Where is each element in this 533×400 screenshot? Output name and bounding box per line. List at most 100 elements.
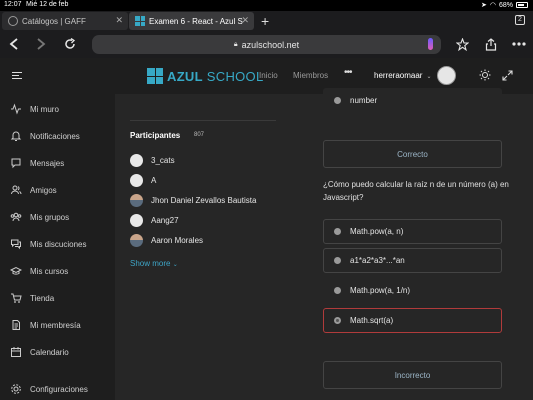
sidebar-item-tienda[interactable]: Tienda [10, 290, 54, 306]
participant-item[interactable]: Aaron Morales [130, 233, 203, 247]
radio-button[interactable] [334, 97, 341, 104]
avatar [130, 213, 143, 227]
battery-percent: 68% [498, 1, 513, 9]
quiz-option[interactable]: Math.pow(a, n) [323, 219, 502, 244]
discussion-icon [10, 238, 22, 250]
reload-icon[interactable] [61, 35, 79, 53]
divider [130, 120, 276, 121]
sidebar-item-label: Notificaciones [30, 131, 80, 141]
star-icon[interactable] [453, 35, 471, 53]
sidebar-item-mi-membresía[interactable]: Mi membresía [10, 317, 81, 333]
quiz-option-previous[interactable]: number [323, 88, 502, 113]
sidebar-item-label: Mensajes [30, 158, 65, 168]
show-more-label: Show more [130, 259, 171, 268]
radio-button[interactable] [334, 257, 341, 264]
correct-button[interactable]: Correcto [323, 140, 502, 168]
participant-item[interactable]: Aang27 [130, 213, 179, 227]
globe-icon [8, 16, 18, 26]
url-text: azulschool.net [241, 39, 300, 50]
more-options-icon[interactable] [510, 35, 528, 53]
sidebar-item-label: Amigos [30, 185, 57, 195]
sidebar-item-label: Configuraciones [30, 384, 88, 394]
user-menu[interactable]: herreraomaar ⌄ [374, 71, 432, 80]
option-label: Math.sqrt(a) [350, 316, 394, 325]
sidebar-item-mensajes[interactable]: Mensajes [10, 155, 64, 171]
sidebar-item-label: Mis discuciones [30, 239, 87, 249]
more-menu-icon[interactable]: ••• [344, 67, 352, 78]
microphone-icon[interactable] [428, 38, 433, 50]
calendar-icon [10, 346, 22, 358]
avatar [130, 193, 143, 207]
radio-button[interactable] [334, 228, 341, 235]
theme-toggle-icon[interactable] [479, 69, 491, 81]
share-icon[interactable] [482, 35, 500, 53]
sidebar-item-label: Tienda [30, 293, 55, 303]
tab-count-icon[interactable]: 2 [515, 15, 525, 25]
logo-word-school: SCHOOL [206, 68, 264, 84]
address-bar[interactable]: 🔒︎ azulschool.net [92, 35, 441, 54]
sidebar-item-amigos[interactable]: Amigos [10, 182, 57, 198]
option-label: Math.pow(a, n) [350, 227, 404, 236]
tab-examen[interactable]: Examen 6 - React - Azul S ✕ [129, 12, 254, 30]
sidebar-item-mis-grupos[interactable]: Mis grupos [10, 209, 69, 225]
participant-name: Jhon Daniel Zevallos Bautista [151, 195, 257, 205]
expand-icon[interactable] [501, 69, 513, 81]
avatar[interactable] [437, 66, 456, 85]
participant-name: Aaron Morales [151, 235, 204, 245]
username-label: herreraomaar [374, 71, 423, 80]
message-icon [10, 157, 22, 169]
document-icon [10, 319, 22, 331]
quiz-option[interactable]: a1*a2*a3*...*an [323, 248, 502, 273]
participant-name: 3_cats [151, 155, 175, 165]
tab-catalogos[interactable]: Catálogos | GAFF ✕ [2, 12, 128, 30]
forward-icon[interactable] [32, 35, 50, 53]
status-time: 12:07 [4, 1, 22, 8]
radio-button-selected[interactable] [334, 317, 341, 324]
sidebar-item-label: Mi muro [30, 104, 59, 114]
quiz-option-selected[interactable]: Math.sqrt(a) [323, 308, 502, 333]
gear-icon [10, 383, 22, 395]
status-date: Mié 12 de feb [26, 1, 69, 8]
sidebar-item-mi-muro[interactable]: Mi muro [10, 101, 59, 117]
participant-item[interactable]: A [130, 173, 156, 187]
hamburger-menu-icon[interactable] [12, 72, 22, 81]
back-icon[interactable] [5, 35, 23, 53]
sidebar-item-calendario[interactable]: Calendario [10, 344, 69, 360]
close-icon[interactable]: ✕ [115, 15, 123, 26]
azul-school-logo[interactable]: AZUL SCHOOL [147, 68, 263, 84]
sidebar-item-mis-cursos[interactable]: Mis cursos [10, 263, 68, 279]
quiz-option[interactable]: Math.pow(a, 1/n) [323, 278, 502, 303]
close-icon[interactable]: ✕ [241, 15, 249, 26]
avatar [130, 233, 143, 247]
sidebar-item-label: Mis grupos [30, 212, 70, 222]
radio-button[interactable] [334, 287, 341, 294]
nav-link-miembros[interactable]: Miembros [293, 71, 328, 80]
incorrect-button[interactable]: Incorrecto [323, 361, 502, 389]
participants-count: 807 [194, 132, 205, 138]
option-label: a1*a2*a3*...*an [350, 256, 405, 265]
status-right: ➤ ◠ 68% [481, 1, 528, 9]
lock-icon: 🔒︎ [233, 40, 238, 48]
new-tab-icon[interactable]: + [261, 12, 269, 30]
quiz-question: ¿Cómo puedo calcular la raíz n de un núm… [323, 180, 509, 202]
logo-word-azul: AZUL [167, 68, 203, 84]
sidebar-item-configuraciones[interactable]: Configuraciones [10, 381, 88, 397]
tab-label: Examen 6 - React - Azul S [149, 16, 243, 26]
nav-link-inicio[interactable]: Inicio [259, 71, 278, 80]
sidebar-item-mis-discuciones[interactable]: Mis discuciones [10, 236, 86, 252]
bell-icon [10, 130, 22, 142]
graduation-cap-icon [10, 265, 22, 277]
wifi-icon: ◠ [489, 2, 496, 9]
tab-label: Catálogos | GAFF [22, 16, 86, 26]
group-icon [10, 211, 22, 223]
participant-item[interactable]: Jhon Daniel Zevallos Bautista [130, 193, 256, 207]
participant-item[interactable]: 3_cats [130, 153, 175, 167]
participant-name: A [151, 175, 157, 185]
participants-title: Participantes [130, 131, 181, 140]
show-more-link[interactable]: Show more ⌄ [130, 259, 178, 268]
avatar [130, 173, 143, 187]
logo-mark-icon [147, 68, 163, 84]
sidebar-item-notificaciones[interactable]: Notificaciones [10, 128, 80, 144]
chevron-down-icon: ⌄ [426, 74, 432, 80]
cart-icon [10, 292, 22, 304]
